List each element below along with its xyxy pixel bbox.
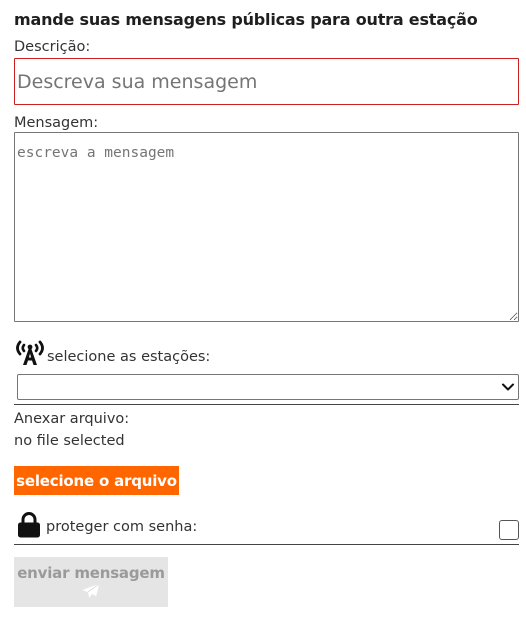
choose-file-button[interactable]: selecione o arquivo — [14, 466, 179, 495]
attachment-label: Anexar arquivo: — [14, 411, 130, 427]
password-label: proteger com senha: — [46, 519, 198, 535]
send-button-label: enviar mensagem — [17, 564, 165, 582]
send-icon — [82, 583, 100, 598]
divider — [14, 404, 519, 405]
message-textarea[interactable] — [14, 132, 519, 322]
page-title: mande suas mensagens públicas para outra… — [14, 10, 478, 29]
stations-label: selecione as estações: — [47, 349, 211, 365]
description-input[interactable] — [14, 58, 519, 105]
description-label: Descrição: — [14, 39, 91, 55]
stations-select[interactable] — [17, 374, 519, 400]
stations-row: selecione as estações: — [14, 340, 519, 370]
lock-icon — [18, 512, 40, 538]
antenna-broadcast-icon — [16, 340, 44, 365]
send-message-button[interactable]: enviar mensagem — [14, 557, 168, 607]
file-status: no file selected — [14, 433, 125, 449]
password-checkbox[interactable] — [499, 520, 519, 540]
divider — [14, 544, 519, 545]
message-label: Mensagem: — [14, 115, 99, 131]
